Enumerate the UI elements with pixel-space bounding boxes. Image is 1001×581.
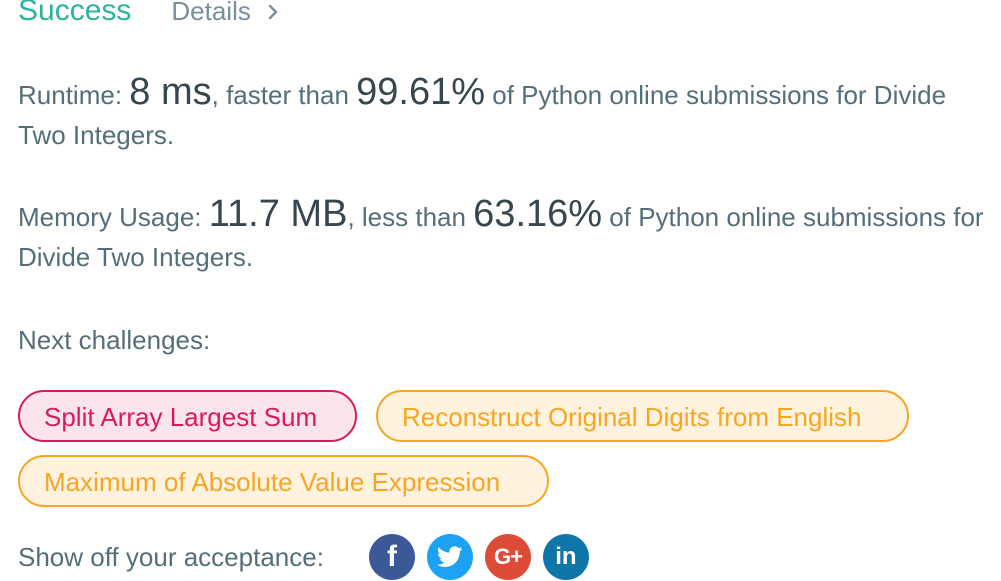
share-label: Show off your acceptance: [18,542,324,572]
twitter-share-button[interactable] [426,534,473,580]
linkedin-share-button[interactable]: in [542,534,589,580]
challenge-pill-reconstruct-original-digits[interactable]: Reconstruct Original Digits from English [376,390,909,442]
chevron-right-icon [268,4,278,19]
facebook-icon: f [386,540,397,573]
challenge-pill-split-array-largest-sum[interactable]: Split Array Largest Sum [18,390,357,442]
linkedin-icon: in [555,543,577,570]
details-link-label: Details [171,0,251,26]
google-plus-icon: G+ [493,544,523,569]
memory-value: 11.7 MB [208,193,348,235]
twitter-icon [436,546,463,567]
facebook-share-button[interactable]: f [368,534,415,580]
challenge-pill-maximum-absolute-value-expression[interactable]: Maximum of Absolute Value Expression [18,455,549,507]
memory-percent: 63.16% [473,193,603,235]
runtime-label: Runtime: [18,80,130,110]
google-plus-share-button[interactable]: G+ [484,534,531,580]
runtime-percent: 99.61% [356,71,486,113]
details-link[interactable]: Details [171,0,280,27]
memory-label: Memory Usage: [18,202,209,232]
runtime-comparison: , faster than [211,80,357,110]
memory-stat: Memory Usage: 11.7 MB, less than 63.16% … [18,194,993,277]
success-status-label: Success [18,0,132,27]
submission-status-header: Success Details [18,0,281,28]
runtime-value: 8 ms [129,71,212,113]
runtime-stat: Runtime: 8 ms, faster than 99.61% of Pyt… [18,72,993,155]
memory-comparison: , less than [347,202,474,232]
share-row: Show off your acceptance: f G+ in [18,534,601,580]
next-challenges-label: Next challenges: [18,325,211,355]
social-share-buttons: f G+ in [368,534,601,580]
